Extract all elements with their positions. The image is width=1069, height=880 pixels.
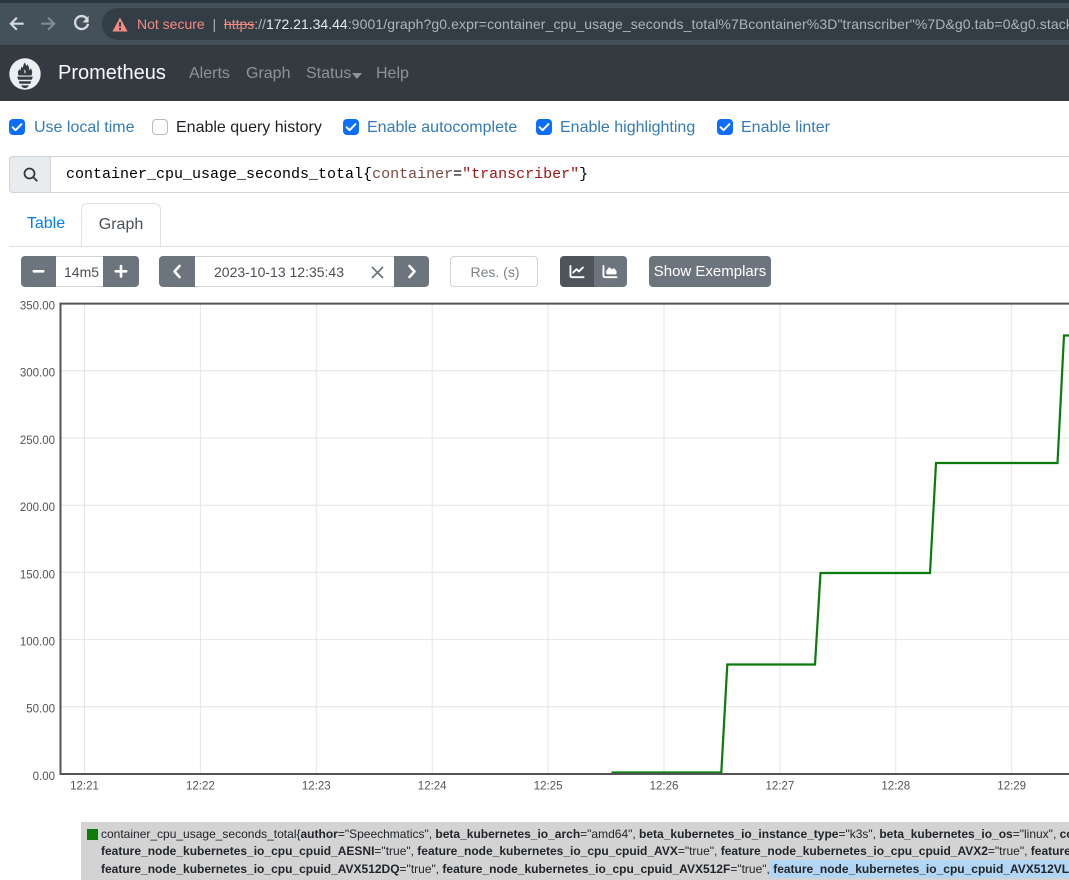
svg-text:12:26: 12:26 bbox=[650, 781, 679, 793]
svg-text:12:27: 12:27 bbox=[766, 781, 795, 793]
svg-text:12:28: 12:28 bbox=[881, 781, 910, 793]
svg-text:12:24: 12:24 bbox=[418, 781, 447, 793]
svg-text:12:25: 12:25 bbox=[534, 781, 563, 793]
svg-text:100.00: 100.00 bbox=[20, 637, 55, 649]
svg-text:50.00: 50.00 bbox=[26, 704, 55, 716]
svg-text:150.00: 150.00 bbox=[20, 569, 55, 581]
svg-text:12:23: 12:23 bbox=[302, 781, 331, 793]
svg-text:200.00: 200.00 bbox=[20, 502, 55, 514]
svg-text:12:29: 12:29 bbox=[997, 781, 1026, 793]
svg-text:250.00: 250.00 bbox=[20, 435, 55, 447]
svg-text:0.00: 0.00 bbox=[33, 771, 55, 783]
svg-text:12:22: 12:22 bbox=[186, 781, 215, 793]
svg-text:300.00: 300.00 bbox=[20, 368, 55, 380]
svg-text:12:21: 12:21 bbox=[70, 781, 99, 793]
svg-text:350.00: 350.00 bbox=[20, 301, 55, 313]
